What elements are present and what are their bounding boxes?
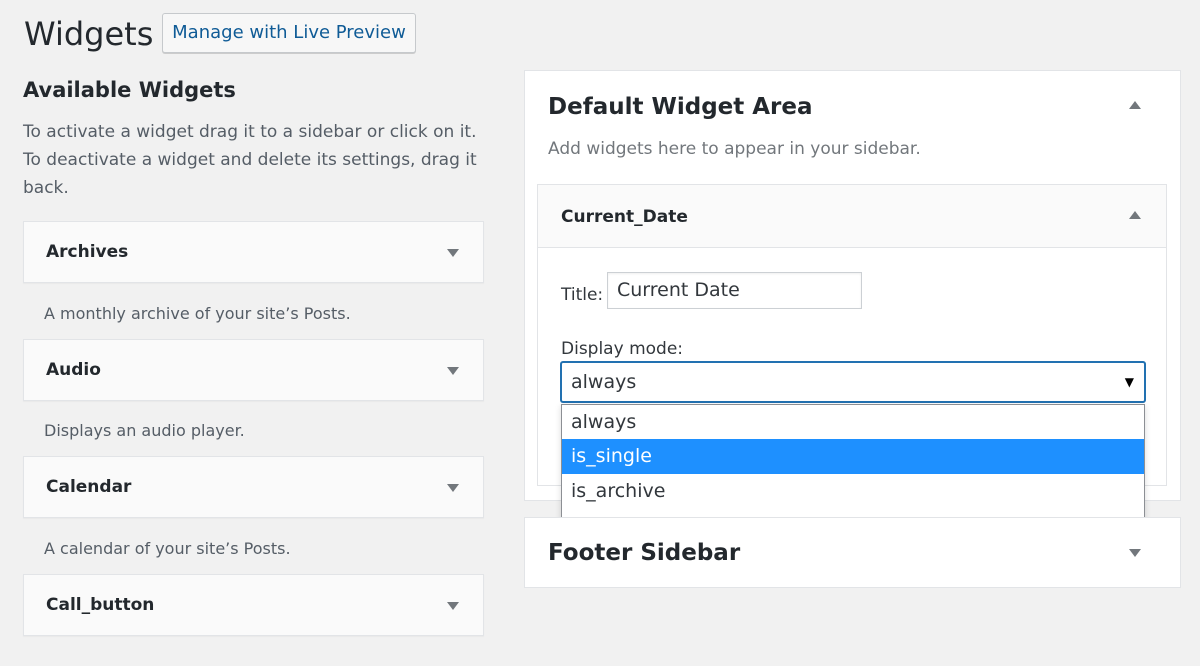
caret-down-icon: ▼	[1124, 375, 1134, 389]
widget-name: Call_button	[46, 595, 155, 615]
title-label: Title:	[561, 285, 604, 305]
footer-sidebar-title[interactable]: Footer Sidebar	[548, 540, 740, 566]
triangle-down-icon[interactable]	[447, 602, 459, 610]
triangle-up-icon[interactable]	[1129, 101, 1141, 109]
widget-name: Current_Date	[561, 207, 688, 227]
option-is-single[interactable]: is_single	[562, 439, 1144, 474]
select-value: always	[571, 371, 637, 393]
page-title: Widgets	[24, 15, 154, 53]
widget-archives[interactable]: Archives	[23, 221, 484, 283]
display-mode-label: Display mode:	[561, 339, 684, 359]
title-input[interactable]: Current Date	[607, 272, 862, 309]
widget-audio[interactable]: Audio	[23, 339, 484, 401]
triangle-down-icon[interactable]	[447, 249, 459, 257]
triangle-down-icon[interactable]	[1129, 549, 1141, 557]
triangle-down-icon[interactable]	[447, 484, 459, 492]
option-is-archive[interactable]: is_archive	[562, 474, 1144, 509]
widget-calendar[interactable]: Calendar	[23, 456, 484, 518]
available-widgets-heading: Available Widgets	[23, 78, 236, 102]
default-widget-area-title[interactable]: Default Widget Area	[548, 94, 813, 120]
display-mode-select[interactable]: always ▼	[561, 362, 1145, 402]
widget-description: Displays an audio player.	[44, 421, 245, 440]
widget-description: A calendar of your site’s Posts.	[44, 539, 291, 558]
manage-live-preview-button[interactable]: Manage with Live Preview	[162, 13, 416, 53]
widget-name: Audio	[46, 360, 101, 380]
triangle-up-icon[interactable]	[1129, 211, 1141, 219]
option-always[interactable]: always	[562, 405, 1144, 440]
widget-name: Calendar	[46, 477, 132, 497]
default-widget-area-description: Add widgets here to appear in your sideb…	[548, 139, 921, 159]
widget-name: Archives	[46, 242, 129, 262]
widget-description: A monthly archive of your site’s Posts.	[44, 304, 351, 323]
available-widgets-description: To activate a widget drag it to a sideba…	[23, 122, 477, 198]
triangle-down-icon[interactable]	[447, 367, 459, 375]
widget-call-button[interactable]: Call_button	[23, 574, 484, 636]
